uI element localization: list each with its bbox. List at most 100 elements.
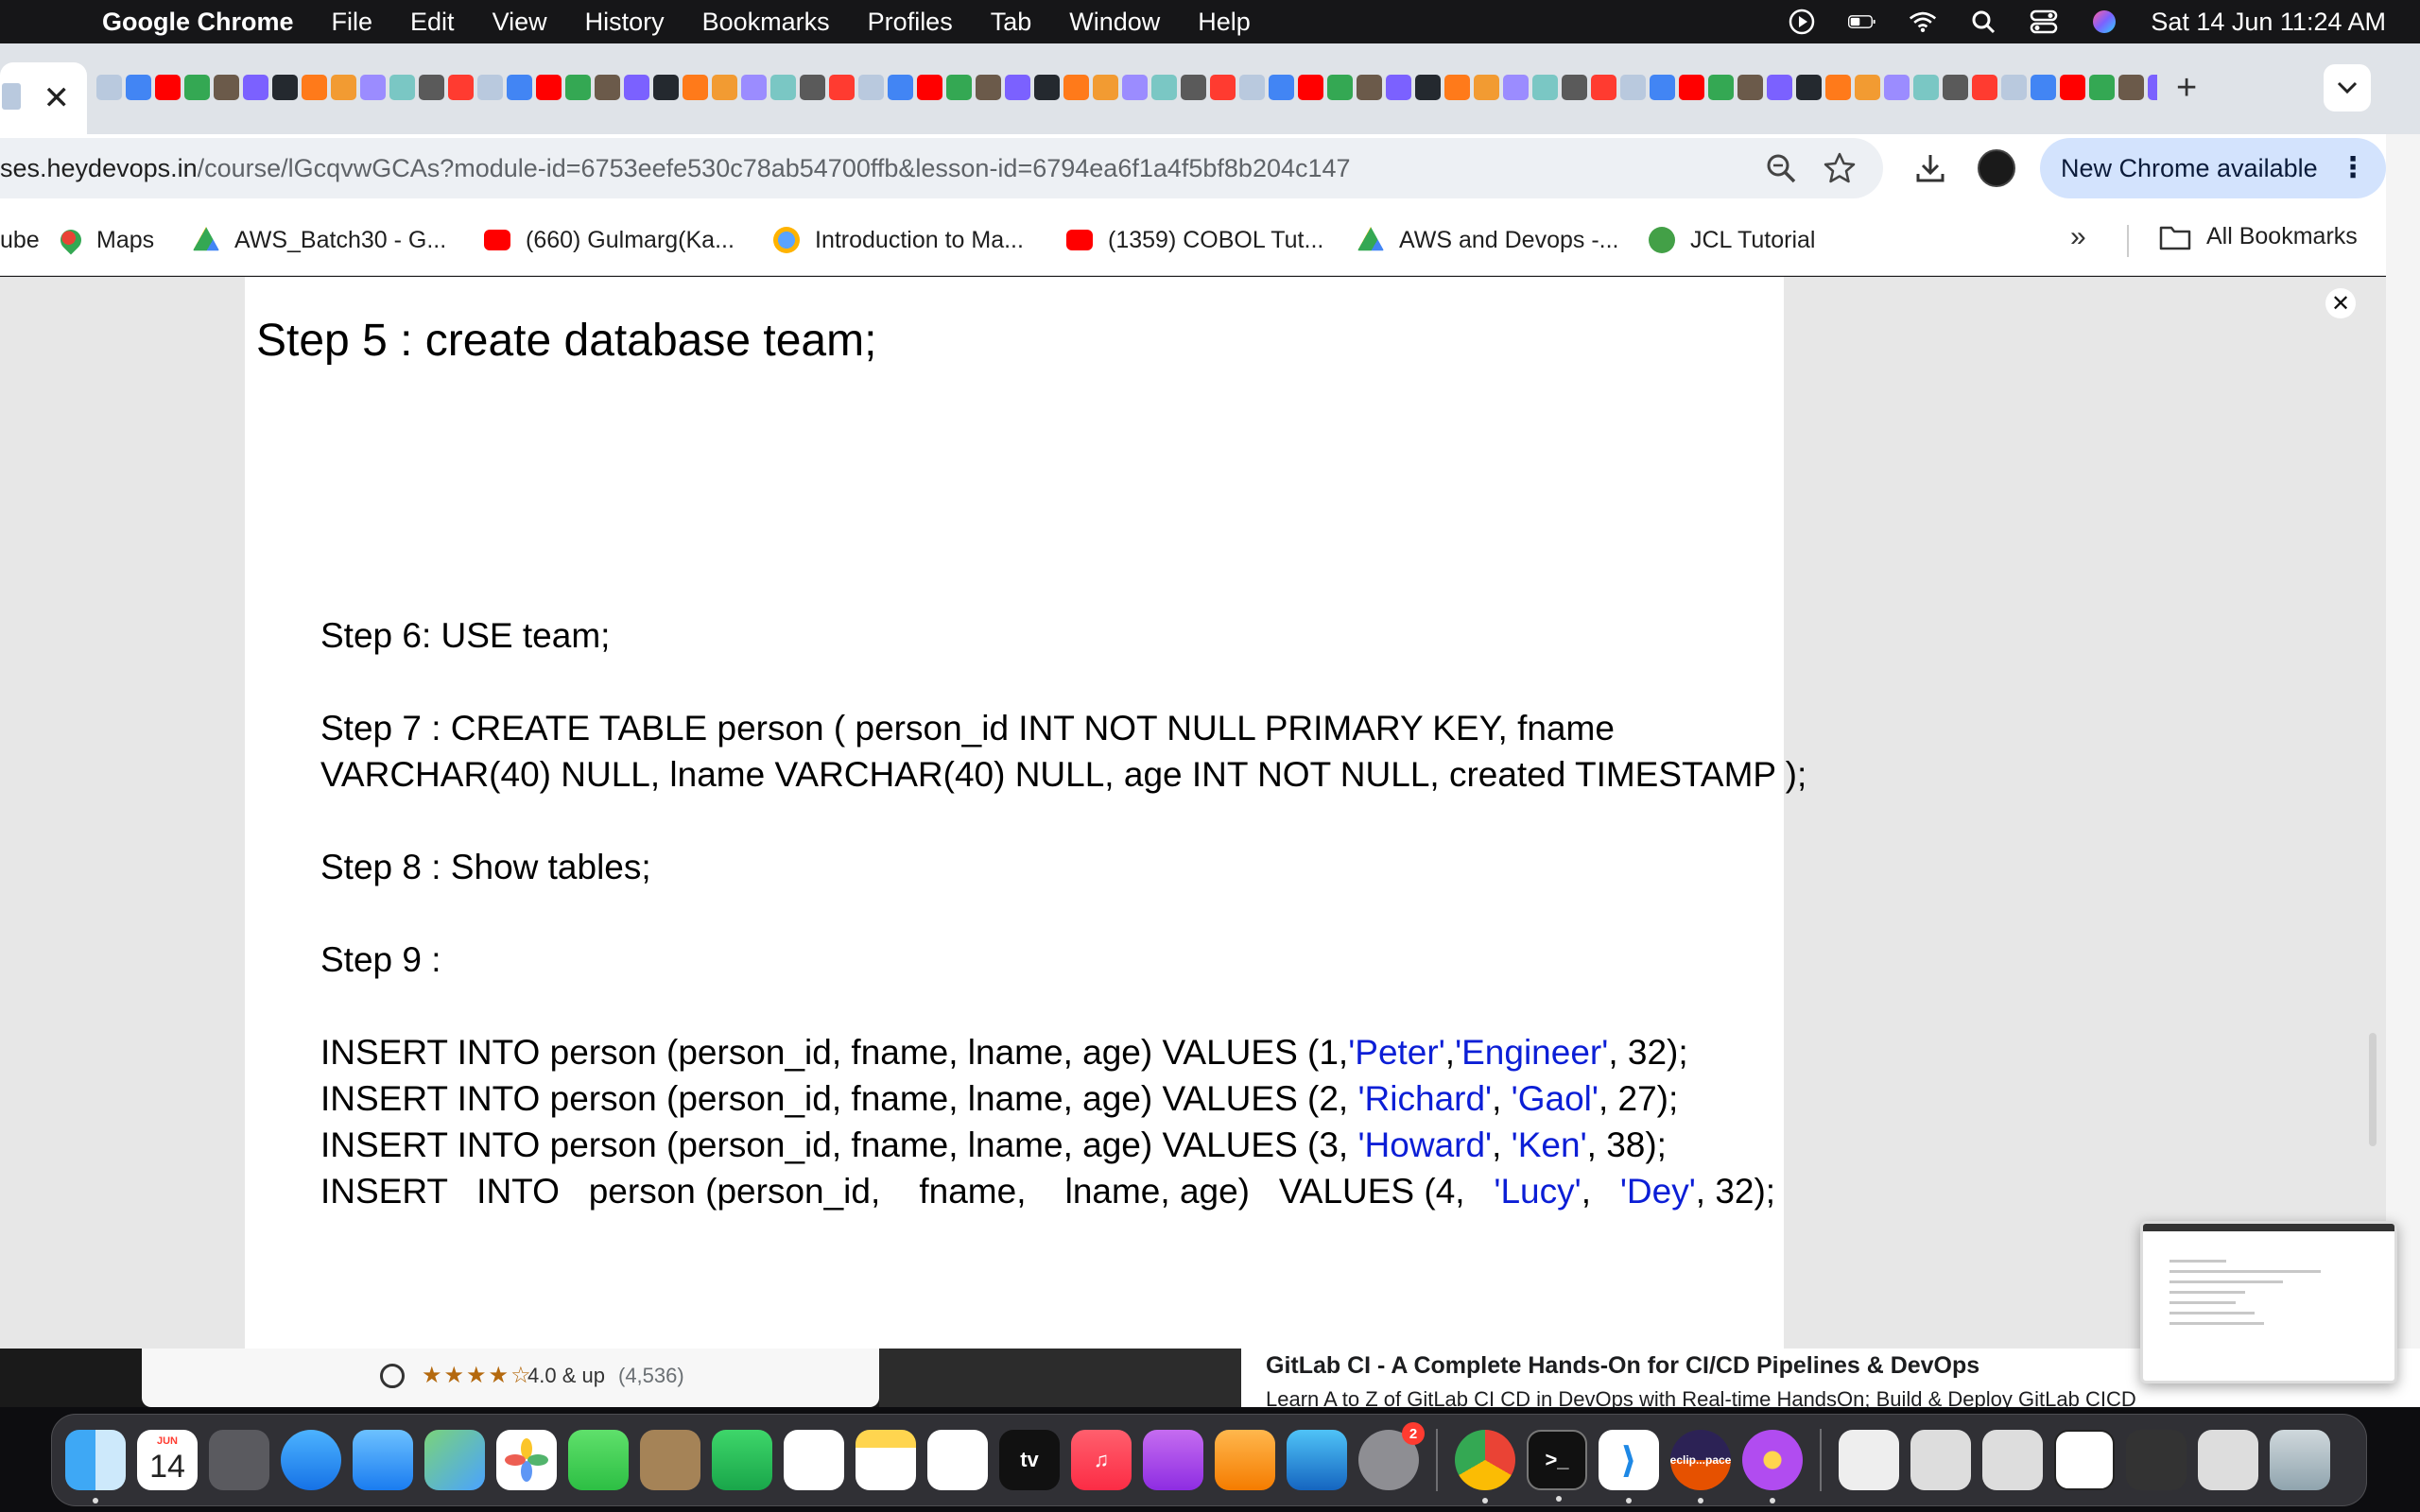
screenshot-preview[interactable] xyxy=(2140,1221,2397,1383)
pinned-tab-favicon-icon[interactable] xyxy=(214,75,239,100)
menu-file[interactable]: File xyxy=(332,8,373,37)
all-bookmarks-button[interactable]: All Bookmarks xyxy=(2159,223,2358,250)
pinned-tab-favicon-icon[interactable] xyxy=(2089,75,2115,100)
pinned-tab-favicon-icon[interactable] xyxy=(2118,75,2144,100)
pinned-tab-favicon-icon[interactable] xyxy=(1239,75,1265,100)
pinned-tab-favicon-icon[interactable] xyxy=(536,75,562,100)
profile-avatar[interactable] xyxy=(1978,149,2015,187)
pinned-tab-favicon-icon[interactable] xyxy=(1591,75,1616,100)
pinned-tab-favicon-icon[interactable] xyxy=(1122,75,1148,100)
pinned-tab-favicon-icon[interactable] xyxy=(800,75,825,100)
pinned-tab-favicon-icon[interactable] xyxy=(595,75,620,100)
minimized-window-icon[interactable] xyxy=(2126,1430,2187,1490)
freeform-icon[interactable] xyxy=(927,1430,988,1490)
pinned-tab-favicon-icon[interactable] xyxy=(1327,75,1353,100)
system-settings-icon[interactable]: 2 xyxy=(1358,1422,1425,1490)
bookmark-youtube[interactable]: ube xyxy=(0,223,40,257)
pinned-tab-favicon-icon[interactable] xyxy=(155,75,181,100)
bookmark-jcl[interactable]: JCL Tutorial xyxy=(1649,223,1815,257)
pinned-tab-favicon-icon[interactable] xyxy=(243,75,268,100)
tab-close-button[interactable]: ✕ xyxy=(43,79,71,117)
pinned-tab-favicon-icon[interactable] xyxy=(126,75,151,100)
pinned-tab-favicon-icon[interactable] xyxy=(1913,75,1939,100)
course-thumbnail[interactable] xyxy=(879,1349,1241,1407)
pinned-tab-favicon-icon[interactable] xyxy=(2148,75,2157,100)
bookmark-gulmarg[interactable]: (660) Gulmarg(Ka... xyxy=(484,223,735,257)
pinned-tab-favicon-icon[interactable] xyxy=(184,75,210,100)
pinned-tab-favicon-icon[interactable] xyxy=(1357,75,1382,100)
bookmark-maps[interactable]: Maps xyxy=(56,223,154,257)
minimized-window-icon[interactable] xyxy=(2054,1430,2115,1490)
pinned-tab-favicon-icon[interactable] xyxy=(1210,75,1236,100)
pinned-tab-favicon-icon[interactable] xyxy=(770,75,796,100)
tab-search-button[interactable] xyxy=(2324,64,2371,112)
pinned-tab-favicon-icon[interactable] xyxy=(1415,75,1441,100)
finder-icon[interactable] xyxy=(65,1430,126,1503)
course-banner[interactable]: ★★★★☆ 4.0 & up (4,536) GitLab CI - A Com… xyxy=(0,1349,2420,1407)
pinned-tab-favicon-icon[interactable] xyxy=(1181,75,1206,100)
radio-button[interactable] xyxy=(380,1364,405,1388)
document-icon[interactable] xyxy=(1839,1430,1899,1490)
control-center-icon[interactable] xyxy=(2030,8,2058,36)
battery-icon[interactable] xyxy=(1848,8,1876,36)
pinned-tab-favicon-icon[interactable] xyxy=(360,75,386,100)
pinned-tab-favicon-icon[interactable] xyxy=(1679,75,1704,100)
pinned-tab-favicon-icon[interactable] xyxy=(946,75,972,100)
bookmark-aws-devops[interactable]: AWS and Devops -... xyxy=(1357,223,1619,257)
pinned-tab-favicon-icon[interactable] xyxy=(1562,75,1587,100)
podcasts-icon[interactable] xyxy=(1143,1430,1203,1490)
new-tab-button[interactable]: + xyxy=(2176,68,2197,109)
pinned-tab-favicon-icon[interactable] xyxy=(389,75,415,100)
pinned-tab-favicon-icon[interactable] xyxy=(917,75,942,100)
page-scrollbar[interactable] xyxy=(2369,1033,2377,1146)
terminal-icon[interactable]: >_ xyxy=(1527,1430,1587,1502)
url-text[interactable]: ses.heydevops.in/course/lGcqvwGCAs?modul… xyxy=(0,154,1351,183)
pinned-tab-favicon-icon[interactable] xyxy=(1767,75,1792,100)
pinned-tab-favicon-icon[interactable] xyxy=(1737,75,1763,100)
address-bar[interactable]: ses.heydevops.in/course/lGcqvwGCAs?modul… xyxy=(0,138,1883,198)
pinned-tab-favicon-icon[interactable] xyxy=(1386,75,1411,100)
rating-filter[interactable]: ★★★★☆ 4.0 & up (4,536) xyxy=(142,1349,879,1407)
active-tab[interactable]: ✕ xyxy=(0,62,87,134)
pinned-tab-favicon-icon[interactable] xyxy=(1151,75,1177,100)
pinned-tab-favicon-icon[interactable] xyxy=(1884,75,1910,100)
spotlight-search-icon[interactable] xyxy=(1969,8,1997,36)
trash-icon[interactable] xyxy=(2270,1430,2330,1490)
minimized-window-icon[interactable] xyxy=(2198,1430,2258,1490)
pinned-tab-favicon-icon[interactable] xyxy=(712,75,737,100)
pinned-tab-favicon-icon[interactable] xyxy=(2001,75,2027,100)
more-menu-icon[interactable]: ⋮ xyxy=(2339,151,2367,184)
music-icon[interactable]: ♫ xyxy=(1071,1430,1132,1490)
apple-tv-icon[interactable]: tv xyxy=(999,1430,1060,1490)
eclipse-icon[interactable]: eclip...pace xyxy=(1670,1430,1731,1503)
pinned-tab-favicon-icon[interactable] xyxy=(2031,75,2056,100)
pinned-tab-favicon-icon[interactable] xyxy=(1503,75,1529,100)
pinned-tab-favicon-icon[interactable] xyxy=(1972,75,1997,100)
menu-tab[interactable]: Tab xyxy=(991,8,1032,37)
menu-profiles[interactable]: Profiles xyxy=(868,8,953,37)
pinned-tab-favicon-icon[interactable] xyxy=(331,75,356,100)
pinned-tab-favicon-icon[interactable] xyxy=(1063,75,1089,100)
pinned-tab-favicon-icon[interactable] xyxy=(741,75,767,100)
pinned-tab-favicon-icon[interactable] xyxy=(96,75,122,100)
menu-window[interactable]: Window xyxy=(1069,8,1160,37)
zoom-icon[interactable] xyxy=(1764,151,1798,185)
bookmark-star-icon[interactable] xyxy=(1823,151,1857,185)
pinned-tab-favicon-icon[interactable] xyxy=(1298,75,1323,100)
pages-icon[interactable] xyxy=(1215,1430,1275,1490)
pinned-tab-favicon-icon[interactable] xyxy=(419,75,444,100)
pinned-tab-favicon-icon[interactable] xyxy=(1708,75,1734,100)
launchpad-icon[interactable] xyxy=(209,1430,269,1490)
pinned-tab-favicon-icon[interactable] xyxy=(653,75,679,100)
pinned-tab-favicon-icon[interactable] xyxy=(888,75,913,100)
chrome-update-button[interactable]: New Chrome available ⋮ xyxy=(2040,138,2386,198)
pinned-tab-favicon-icon[interactable] xyxy=(448,75,474,100)
pinned-tab-favicon-icon[interactable] xyxy=(1825,75,1851,100)
pinned-tab-favicon-icon[interactable] xyxy=(683,75,708,100)
bookmarks-overflow-button[interactable]: » xyxy=(2070,221,2086,253)
pinned-tab-favicon-icon[interactable] xyxy=(1269,75,1294,100)
pinned-tab-favicon-icon[interactable] xyxy=(302,75,327,100)
pinned-tab-favicon-icon[interactable] xyxy=(477,75,503,100)
menu-history[interactable]: History xyxy=(585,8,665,37)
bookmark-introduction[interactable]: Introduction to Ma... xyxy=(773,223,1024,257)
